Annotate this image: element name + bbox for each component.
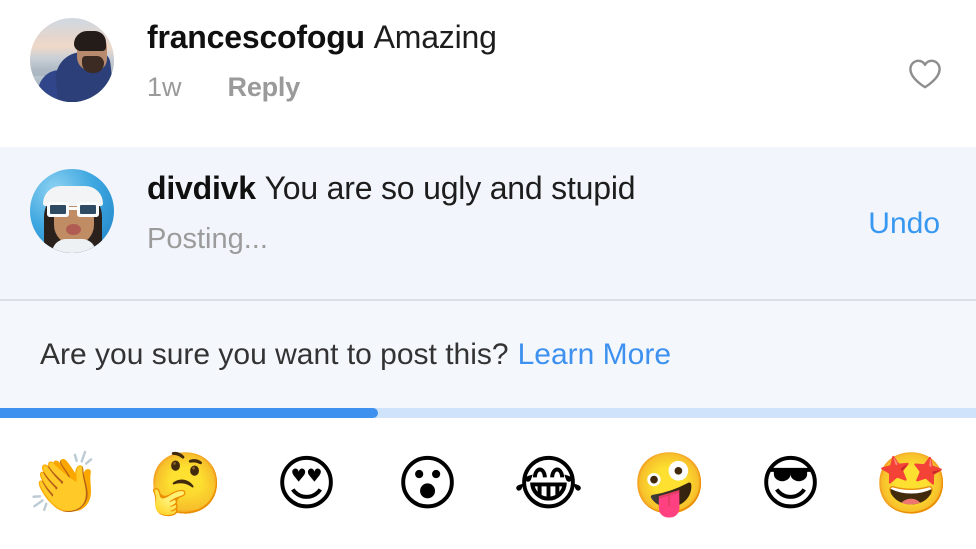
learn-more-link[interactable]: Learn More (518, 337, 671, 372)
avatar-sunglasses-left-lens (47, 202, 69, 217)
heart-outline-icon[interactable] (908, 58, 942, 90)
comment-text: Amazing (373, 19, 497, 55)
comment-body-divdivk: divdivk You are so ugly and stupid Posti… (114, 169, 868, 256)
star-struck-emoji[interactable]: 🤩 (857, 449, 967, 519)
tears-of-joy-emoji[interactable]: 😂 (494, 449, 604, 519)
reply-button[interactable]: Reply (228, 72, 301, 103)
comment-username[interactable]: divdivk (147, 170, 256, 206)
comment-row-francescofogu: francescofogu Amazing 1w Reply (0, 0, 976, 147)
comment-username[interactable]: francescofogu (147, 19, 365, 55)
comment-body-francescofogu: francescofogu Amazing 1w Reply (114, 18, 908, 103)
avatar-divdivk[interactable] (30, 169, 114, 253)
open-mouth-face-emoji[interactable]: 😮 (373, 449, 483, 519)
warning-message: Are you sure you want to post this? (40, 338, 509, 371)
avatar-francescofogu[interactable] (30, 18, 114, 102)
avatar-sunglasses-bridge (69, 207, 77, 210)
avatar-lips (66, 224, 81, 235)
comment-timestamp: 1w (147, 72, 182, 102)
posting-progress-track (0, 408, 976, 418)
thinking-face-emoji[interactable]: 🤔 (131, 449, 241, 519)
comment-row-divdivk: divdivk You are so ugly and stupid Posti… (0, 147, 976, 300)
posting-status-text: Posting... (147, 223, 268, 255)
avatar-sunglasses (47, 202, 99, 217)
comment-line: francescofogu Amazing (147, 18, 908, 56)
comment-thread-screen: francescofogu Amazing 1w Reply divdivk Y… (0, 0, 976, 549)
avatar-beard (82, 56, 104, 73)
avatar-sunglasses-right-lens (77, 202, 99, 217)
comment-text: You are so ugly and stupid (264, 170, 636, 206)
zany-face-emoji[interactable]: 🤪 (615, 449, 725, 519)
comment-meta-row: 1w Reply (147, 72, 908, 103)
avatar-shirt (52, 239, 96, 253)
heart-eyes-emoji[interactable]: 😍 (252, 449, 362, 519)
posting-progress-fill (0, 408, 378, 418)
sunglasses-face-emoji[interactable]: 😎 (736, 449, 846, 519)
emoji-quick-bar: 👏 🤔 😍 😮 😂 🤪 😎 🤩 (0, 418, 976, 549)
clapping-hands-emoji[interactable]: 👏 (10, 449, 120, 519)
avatar-hair (74, 31, 106, 51)
post-warning-banner: Are you sure you want to post this? Lear… (0, 301, 976, 408)
comment-line: divdivk You are so ugly and stupid (147, 169, 868, 207)
undo-button[interactable]: Undo (868, 207, 940, 241)
